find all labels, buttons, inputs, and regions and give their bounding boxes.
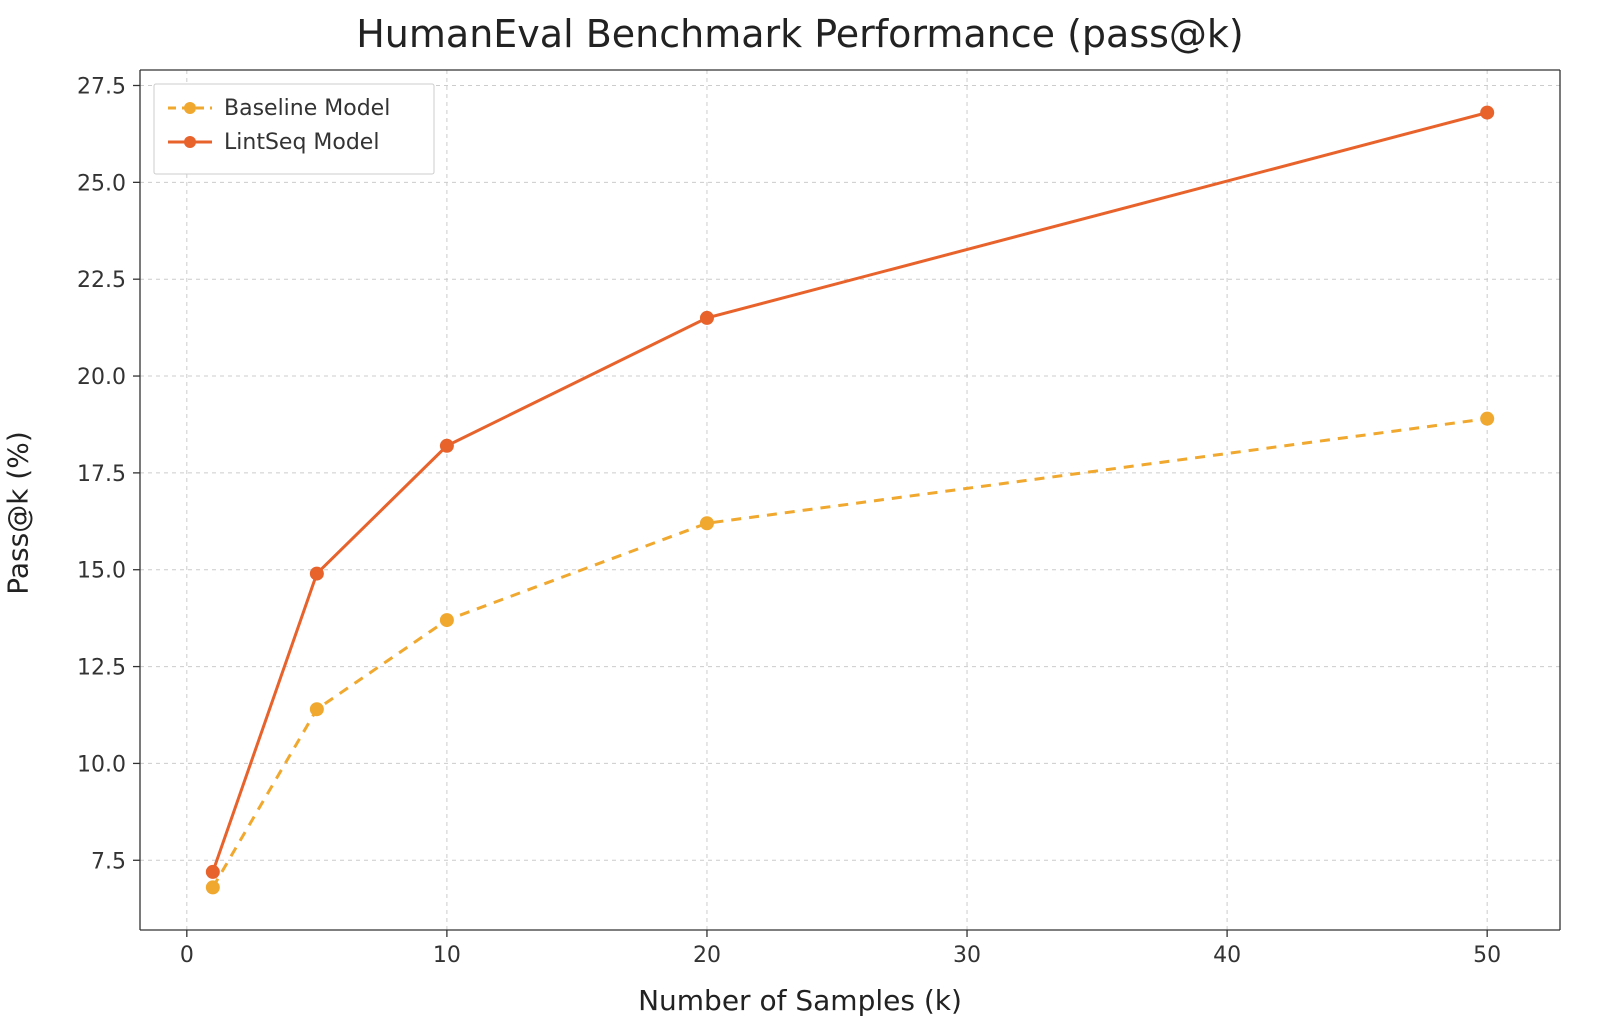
data-point [206, 880, 220, 894]
data-point [206, 865, 220, 879]
x-tick-label: 40 [1213, 943, 1241, 968]
x-tick-label: 10 [433, 943, 461, 968]
legend-marker [184, 136, 196, 148]
x-tick-label: 30 [953, 943, 981, 968]
data-point [310, 702, 324, 716]
data-point [440, 439, 454, 453]
y-tick-label: 17.5 [77, 462, 126, 487]
y-tick-label: 20.0 [77, 365, 126, 390]
y-tick-label: 7.5 [91, 849, 126, 874]
data-point [1480, 106, 1494, 120]
legend-label: Baseline Model [224, 96, 390, 121]
data-point [440, 613, 454, 627]
series-line [213, 113, 1487, 872]
x-tick-label: 0 [180, 943, 194, 968]
data-point [700, 311, 714, 325]
y-tick-label: 22.5 [77, 268, 126, 293]
x-tick-label: 20 [693, 943, 721, 968]
y-tick-label: 12.5 [77, 656, 126, 681]
plot-svg: 0 10 20 30 40 50 7.5 10.0 12.5 15.0 17.5 20.0 22.5 25… [0, 0, 1600, 1025]
y-tick-label: 15.0 [77, 559, 126, 584]
data-point [1480, 412, 1494, 426]
data-point [310, 567, 324, 581]
legend-marker [184, 102, 196, 114]
y-tick-label: 25.0 [77, 171, 126, 196]
legend-label: LintSeq Model [224, 130, 379, 155]
y-tick-label: 10.0 [77, 752, 126, 777]
chart-container: HumanEval Benchmark Performance (pass@k)… [0, 0, 1600, 1025]
x-tick-label: 50 [1473, 943, 1501, 968]
y-tick-label: 27.5 [77, 74, 126, 99]
data-point [700, 516, 714, 530]
